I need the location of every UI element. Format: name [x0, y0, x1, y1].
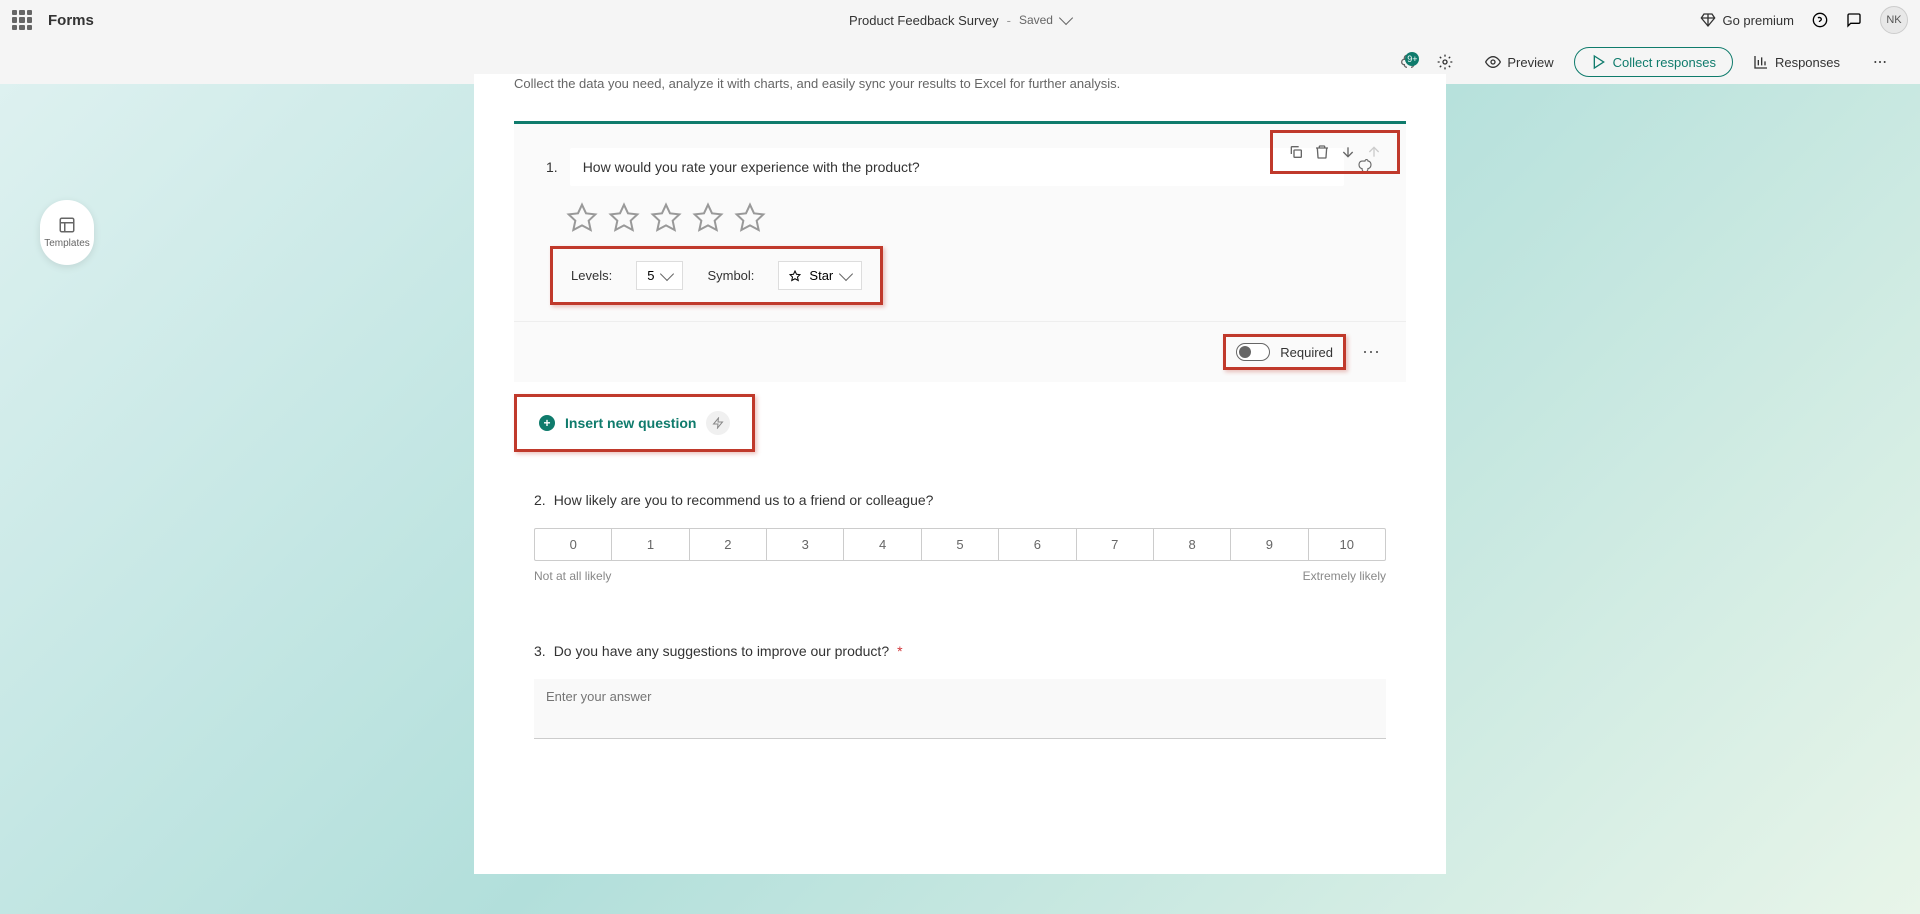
- responses-button[interactable]: Responses: [1741, 48, 1852, 76]
- plus-icon: +: [539, 415, 555, 431]
- form-header: Collect the data you need, analyze it wi…: [474, 76, 1446, 111]
- symbol-label: Symbol:: [707, 268, 754, 283]
- star-icon: [650, 202, 682, 234]
- q2-number: 2.: [534, 492, 546, 508]
- form-canvas: Collect the data you need, analyze it wi…: [474, 74, 1446, 874]
- question-more-button[interactable]: ⋯: [1362, 342, 1382, 363]
- title-separator: -: [1007, 13, 1011, 28]
- go-premium-button[interactable]: Go premium: [1700, 12, 1794, 28]
- insert-question-highlight[interactable]: + Insert new question: [514, 394, 755, 452]
- chevron-down-icon: [660, 266, 674, 280]
- copy-button[interactable]: [1283, 139, 1309, 165]
- nps-cell[interactable]: 0: [535, 529, 612, 560]
- required-highlight: Required: [1223, 334, 1346, 370]
- settings-button[interactable]: [1425, 48, 1465, 76]
- gear-icon: [1437, 54, 1453, 70]
- star-icon: [692, 202, 724, 234]
- nps-scale: 012345678910: [534, 528, 1386, 561]
- rating-settings-highlight: Levels: 5 Symbol: Star: [550, 246, 883, 305]
- required-toggle[interactable]: [1236, 343, 1270, 361]
- eye-icon: [1485, 54, 1501, 70]
- q2-text: How likely are you to recommend us to a …: [554, 492, 934, 508]
- premium-diamond-icon: [1700, 12, 1716, 28]
- app-header: Forms Product Feedback Survey - Saved Go…: [0, 0, 1920, 40]
- required-label: Required: [1280, 345, 1333, 360]
- chart-icon: [1753, 54, 1769, 70]
- more-button[interactable]: [1860, 48, 1900, 76]
- question-3[interactable]: 3. Do you have any suggestions to improv…: [474, 603, 1446, 764]
- templates-button[interactable]: Templates: [40, 200, 94, 265]
- nps-cell[interactable]: 9: [1231, 529, 1308, 560]
- chevron-down-icon: [839, 266, 853, 280]
- q3-text: Do you have any suggestions to improve o…: [554, 643, 889, 659]
- nps-cell[interactable]: 8: [1154, 529, 1231, 560]
- collect-label: Collect responses: [1613, 55, 1716, 70]
- templates-label: Templates: [44, 238, 90, 249]
- collect-responses-button[interactable]: Collect responses: [1574, 47, 1733, 77]
- form-description[interactable]: Collect the data you need, analyze it wi…: [514, 76, 1406, 91]
- doc-title-area: Product Feedback Survey - Saved: [849, 13, 1071, 28]
- nps-cell[interactable]: 1: [612, 529, 689, 560]
- brand-name: Forms: [48, 12, 94, 29]
- nps-high-label: Extremely likely: [1303, 569, 1386, 583]
- preview-label: Preview: [1507, 55, 1553, 70]
- delete-button[interactable]: [1309, 139, 1335, 165]
- app-launcher-icon[interactable]: [12, 10, 32, 30]
- q1-text-input[interactable]: [570, 148, 1344, 186]
- templates-icon: [58, 216, 76, 234]
- notifications-button[interactable]: 9+: [1401, 54, 1417, 70]
- doc-title[interactable]: Product Feedback Survey: [849, 13, 999, 28]
- go-premium-label: Go premium: [1722, 13, 1794, 28]
- help-icon[interactable]: [1812, 12, 1828, 28]
- nps-cell[interactable]: 3: [767, 529, 844, 560]
- ai-lightning-icon[interactable]: [706, 411, 730, 435]
- star-icon: [734, 202, 766, 234]
- move-down-button[interactable]: [1335, 139, 1361, 165]
- move-up-button: [1361, 139, 1387, 165]
- nps-low-label: Not at all likely: [534, 569, 611, 583]
- more-icon: [1872, 54, 1888, 70]
- question-2[interactable]: 2. How likely are you to recommend us to…: [474, 452, 1446, 603]
- star-icon: [789, 270, 801, 282]
- nps-cell[interactable]: 5: [922, 529, 999, 560]
- levels-label: Levels:: [571, 268, 612, 283]
- q3-number: 3.: [534, 643, 546, 659]
- question-1-card: 1. Levels: 5 Symbol:: [514, 121, 1406, 382]
- q1-number: 1.: [546, 159, 558, 175]
- user-avatar[interactable]: NK: [1880, 6, 1908, 34]
- save-status: Saved: [1019, 13, 1053, 27]
- chevron-down-icon[interactable]: [1059, 11, 1073, 25]
- q3-answer-input[interactable]: [534, 679, 1386, 739]
- nps-cell[interactable]: 4: [844, 529, 921, 560]
- levels-select[interactable]: 5: [636, 261, 683, 290]
- header-right-controls: Go premium NK: [1700, 6, 1908, 34]
- symbol-value: Star: [809, 268, 833, 283]
- symbol-select[interactable]: Star: [778, 261, 862, 290]
- insert-question-label: Insert new question: [565, 415, 696, 431]
- star-icon: [608, 202, 640, 234]
- feedback-icon[interactable]: [1846, 12, 1862, 28]
- rating-stars-preview: [546, 186, 1374, 242]
- levels-value: 5: [647, 268, 654, 283]
- responses-label: Responses: [1775, 55, 1840, 70]
- star-icon: [566, 202, 598, 234]
- nps-cell[interactable]: 6: [999, 529, 1076, 560]
- nps-cell[interactable]: 2: [690, 529, 767, 560]
- question-footer: Required ⋯: [514, 321, 1406, 382]
- play-icon: [1591, 54, 1607, 70]
- notif-badge: 9+: [1405, 52, 1419, 66]
- required-asterisk: *: [897, 643, 902, 659]
- preview-button[interactable]: Preview: [1473, 48, 1565, 76]
- nps-cell[interactable]: 10: [1309, 529, 1385, 560]
- question-actions-highlight: [1270, 130, 1400, 174]
- nps-cell[interactable]: 7: [1077, 529, 1154, 560]
